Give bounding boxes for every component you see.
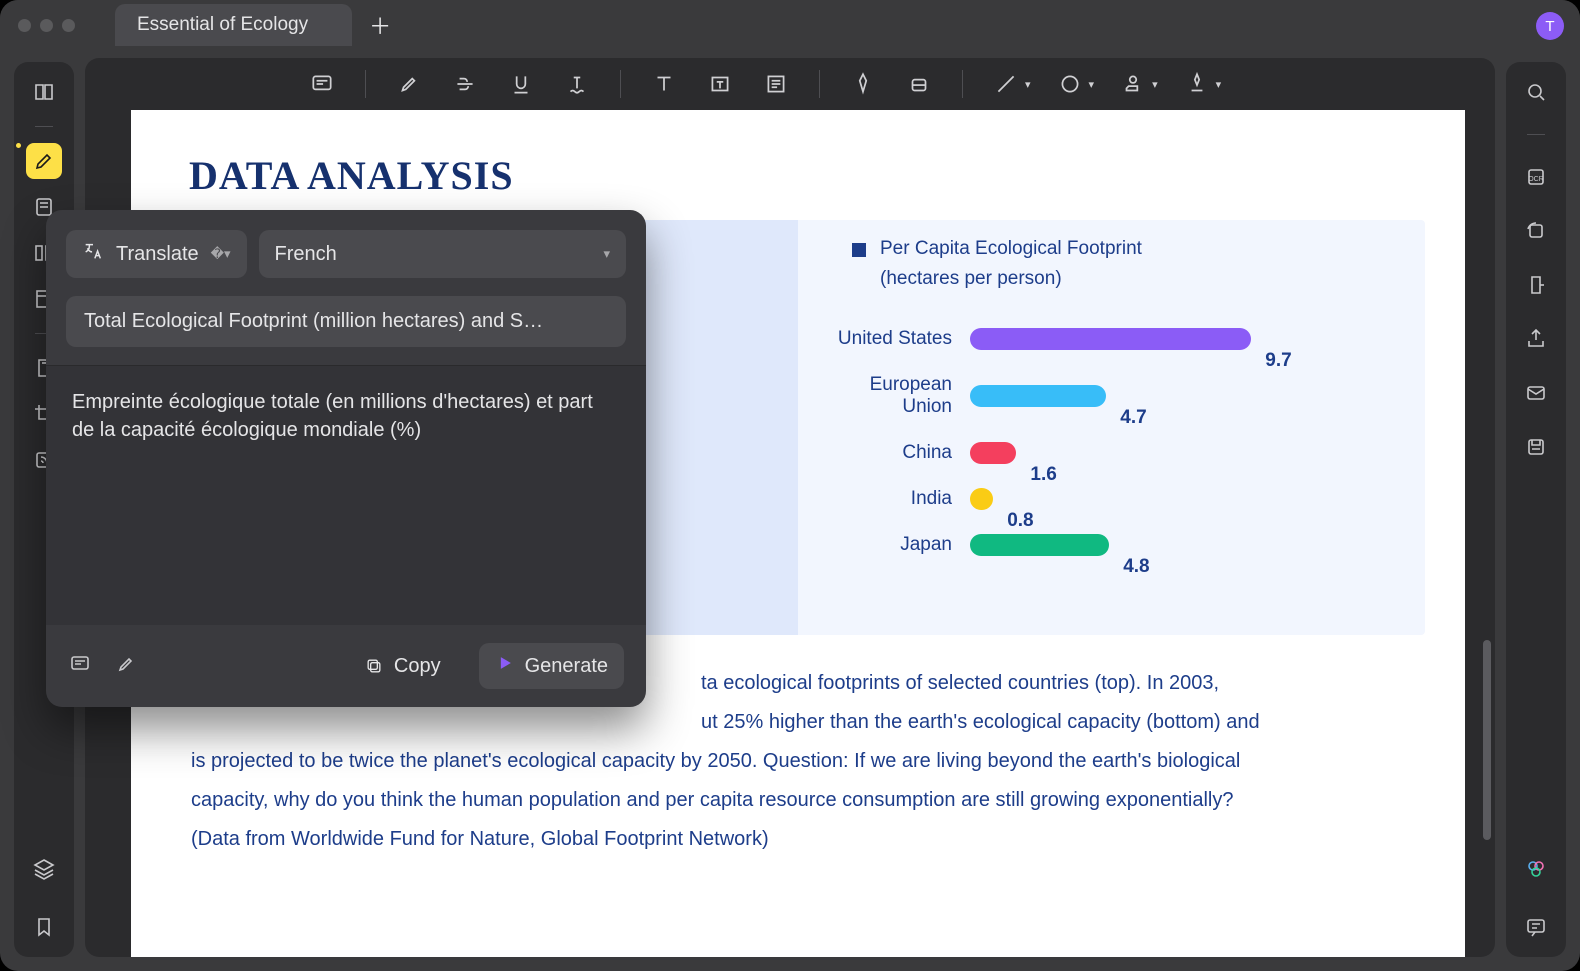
search-icon[interactable] bbox=[1518, 74, 1554, 110]
rotate-icon[interactable] bbox=[1518, 213, 1554, 249]
bar-fill bbox=[970, 328, 1251, 350]
bookmark-icon[interactable] bbox=[26, 909, 62, 945]
ai-translate-panel: Translate �▾ French ▾ Total Ecological F… bbox=[46, 210, 646, 707]
new-tab-button[interactable]: ＋ bbox=[360, 5, 400, 45]
traffic-min[interactable] bbox=[40, 19, 53, 32]
legend-square-icon bbox=[852, 243, 866, 257]
bar-label: European Union bbox=[820, 374, 970, 418]
bar-value: 4.7 bbox=[1120, 407, 1146, 429]
text-icon[interactable] bbox=[647, 67, 681, 101]
bar-fill bbox=[970, 534, 1109, 556]
ai-language-label: French bbox=[275, 243, 337, 266]
bar-row: China1.6 bbox=[820, 442, 1403, 464]
play-icon bbox=[495, 653, 515, 679]
ai-output-text[interactable]: Empreinte écologique totale (en millions… bbox=[46, 365, 646, 625]
chevron-down-icon[interactable]: ▾ bbox=[1025, 78, 1031, 91]
bar-row: European Union4.7 bbox=[820, 374, 1403, 418]
highlight-result-icon[interactable] bbox=[114, 652, 138, 681]
bar-fill bbox=[970, 385, 1106, 407]
copy-button[interactable]: Copy bbox=[348, 645, 457, 688]
chevron-down-icon[interactable]: ▾ bbox=[1216, 78, 1222, 91]
page-title: DATA ANALYSIS bbox=[131, 110, 1465, 199]
bar-label: China bbox=[820, 442, 970, 464]
translate-icon bbox=[82, 240, 104, 268]
share-icon[interactable] bbox=[1518, 321, 1554, 357]
chevron-down-icon: �▾ bbox=[211, 246, 231, 262]
ocr-icon[interactable]: OCR bbox=[1518, 159, 1554, 195]
svg-text:OCR: OCR bbox=[1528, 176, 1544, 183]
sidebar-right: OCR bbox=[1506, 62, 1566, 957]
eraser-icon[interactable] bbox=[902, 67, 936, 101]
textbox-icon[interactable] bbox=[703, 67, 737, 101]
chevron-down-icon: ▾ bbox=[603, 246, 610, 262]
tab-title: Essential of Ecology bbox=[137, 14, 308, 36]
annotation-toolbar: ▾ ▾ ▾ ▾ bbox=[85, 58, 1495, 110]
squiggly-icon[interactable] bbox=[560, 67, 594, 101]
form-icon[interactable] bbox=[759, 67, 793, 101]
traffic-max[interactable] bbox=[62, 19, 75, 32]
avatar[interactable]: T bbox=[1536, 12, 1564, 40]
bar-fill bbox=[970, 488, 993, 510]
chevron-down-icon[interactable]: ▾ bbox=[1152, 78, 1158, 91]
bar-value: 9.7 bbox=[1265, 350, 1291, 372]
ai-mode-label: Translate bbox=[116, 243, 199, 266]
bar-label: United States bbox=[820, 328, 970, 350]
tab-document[interactable]: Essential of Ecology bbox=[115, 4, 352, 46]
mail-icon[interactable] bbox=[1518, 375, 1554, 411]
bar-value: 4.8 bbox=[1123, 556, 1149, 578]
layers-icon[interactable] bbox=[26, 851, 62, 887]
comment-icon[interactable] bbox=[305, 67, 339, 101]
underline-icon[interactable] bbox=[504, 67, 538, 101]
scrollbar[interactable] bbox=[1483, 120, 1491, 947]
bar-value: 1.6 bbox=[1030, 464, 1056, 486]
chart-right-panel: Per Capita Ecological Footprint (hectare… bbox=[798, 220, 1425, 635]
bar-value: 0.8 bbox=[1007, 510, 1033, 532]
bar-chart: United States9.7European Union4.7China1.… bbox=[820, 328, 1403, 556]
ai-logo-icon[interactable] bbox=[1518, 851, 1554, 887]
chevron-down-icon[interactable]: ▾ bbox=[1089, 78, 1095, 91]
bar-fill bbox=[970, 442, 1016, 464]
export-page-icon[interactable] bbox=[1518, 267, 1554, 303]
note-icon[interactable] bbox=[68, 652, 92, 681]
highlighter-icon[interactable] bbox=[26, 143, 62, 179]
chat-icon[interactable] bbox=[1518, 909, 1554, 945]
pen-icon[interactable] bbox=[846, 67, 880, 101]
save-icon[interactable] bbox=[1518, 429, 1554, 465]
line-tool-icon[interactable] bbox=[989, 67, 1023, 101]
titlebar: Essential of Ecology ＋ T bbox=[0, 0, 1580, 50]
active-indicator bbox=[16, 143, 21, 148]
scrollbar-thumb[interactable] bbox=[1483, 640, 1491, 840]
highlight-tool-icon[interactable] bbox=[392, 67, 426, 101]
bar-label: India bbox=[820, 488, 970, 510]
bar-label: Japan bbox=[820, 534, 970, 556]
reader-mode-icon[interactable] bbox=[26, 74, 62, 110]
ai-mode-select[interactable]: Translate �▾ bbox=[66, 230, 247, 278]
generate-button[interactable]: Generate bbox=[479, 643, 624, 689]
signature-tool-icon[interactable] bbox=[1180, 67, 1214, 101]
bar-row: India0.8 bbox=[820, 488, 1403, 510]
stamp-tool-icon[interactable] bbox=[1116, 67, 1150, 101]
strikethrough-icon[interactable] bbox=[448, 67, 482, 101]
legend-right: Per Capita Ecological Footprint (hectare… bbox=[820, 238, 1403, 304]
shape-tool-icon[interactable] bbox=[1053, 67, 1087, 101]
ai-language-select[interactable]: French ▾ bbox=[259, 230, 627, 278]
ai-source-text[interactable]: Total Ecological Footprint (million hect… bbox=[66, 296, 626, 347]
traffic-close[interactable] bbox=[18, 19, 31, 32]
bar-row: Japan4.8 bbox=[820, 534, 1403, 556]
bar-row: United States9.7 bbox=[820, 328, 1403, 350]
